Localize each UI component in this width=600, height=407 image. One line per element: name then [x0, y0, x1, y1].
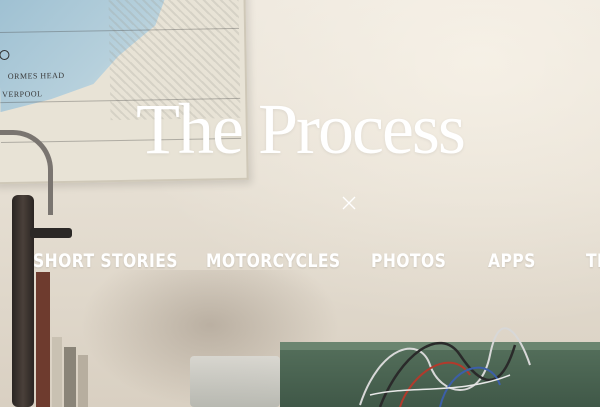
close-menu-button[interactable]	[341, 195, 357, 211]
nav-item-motorcycles[interactable]: MOTORCYCLES	[206, 246, 341, 276]
nav-item-partial[interactable]: TH	[586, 246, 600, 276]
tangled-wires	[359, 327, 531, 407]
book	[78, 355, 88, 407]
nav-clip: SHORT STORIES MOTORCYCLES PHOTOS APPS TH	[0, 246, 600, 276]
nav-item-photos[interactable]: PHOTOS	[371, 246, 446, 276]
close-icon	[342, 196, 356, 210]
lamp-clamp	[30, 228, 72, 238]
map-label: ORMES HEAD	[7, 70, 65, 81]
lamp-arm	[12, 195, 34, 407]
book	[64, 347, 76, 407]
book-stack	[36, 270, 96, 407]
book	[52, 337, 62, 407]
site-title: The Process	[136, 89, 466, 169]
main-navigation: SHORT STORIES MOTORCYCLES PHOTOS APPS TH	[0, 246, 600, 276]
hero-background-photo: ORMES HEAD VERPOOL	[0, 0, 600, 407]
nav-item-apps[interactable]: APPS	[488, 246, 536, 276]
glass-jar	[190, 356, 280, 407]
nav-item-short-stories[interactable]: SHORT STORIES	[33, 246, 178, 276]
book	[36, 272, 50, 407]
